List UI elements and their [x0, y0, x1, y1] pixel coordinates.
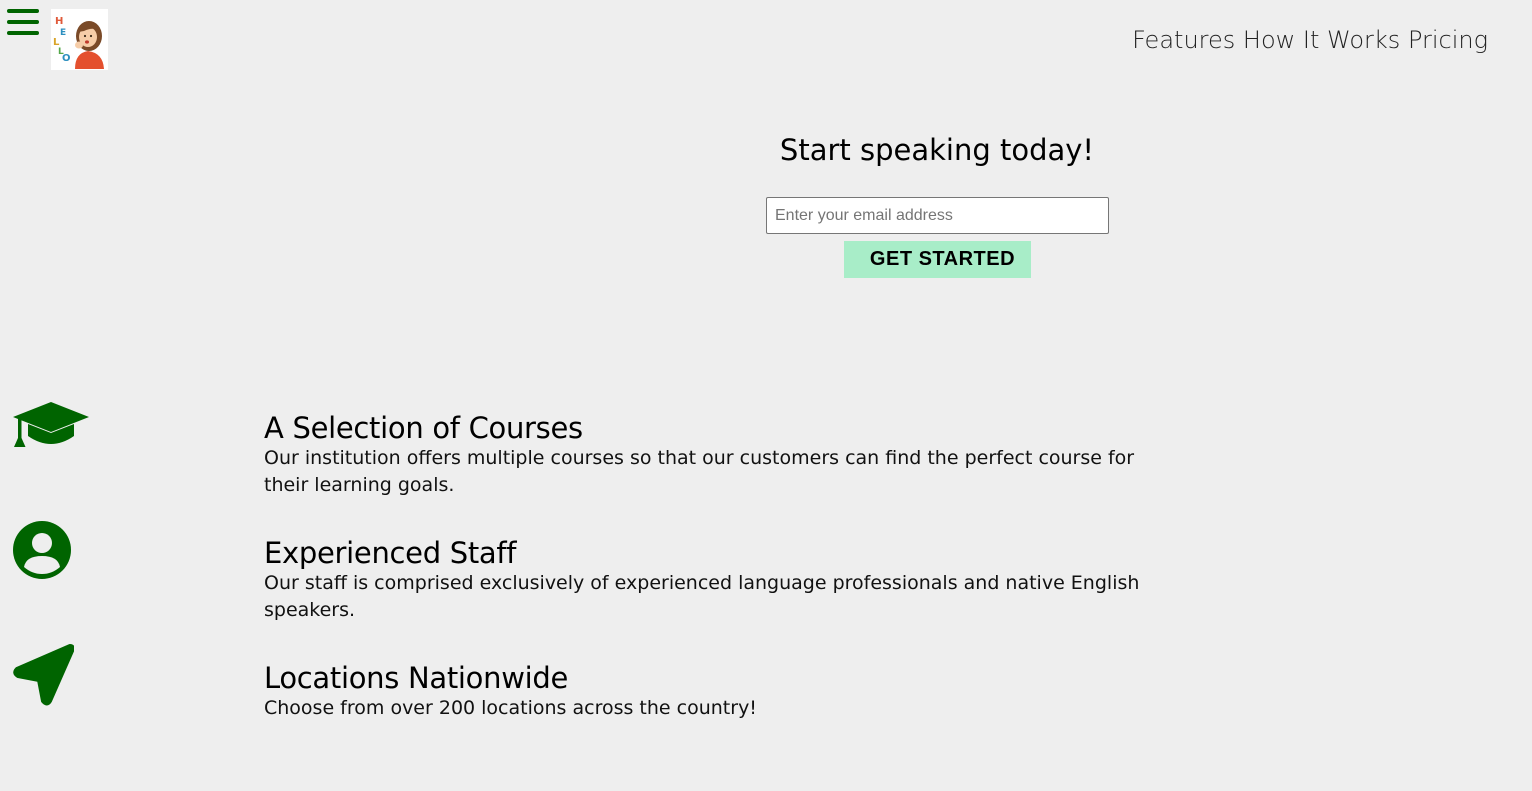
hello-girl-logo-icon[interactable]: H E L L O [51, 9, 108, 70]
get-started-button[interactable]: GET STARTED [844, 241, 1031, 278]
hero-title: Start speaking today! [779, 133, 1095, 167]
feature-locations: Locations Nationwide Choose from over 20… [264, 661, 1184, 722]
feature-description: Our staff is comprised exclusively of ex… [264, 572, 1140, 621]
nav-link-how-it-works[interactable]: How It Works [1243, 26, 1400, 54]
feature-description: Our institution offers multiple courses … [264, 447, 1135, 496]
feature-title: Experienced Staff [264, 536, 517, 570]
hamburger-menu-icon[interactable] [7, 9, 39, 35]
feature-courses: A Selection of Courses Our institution o… [264, 411, 1184, 499]
graduation-cap-icon [12, 400, 90, 454]
feature-description: Choose from over 200 locations across th… [264, 697, 757, 719]
svg-text:H: H [55, 16, 63, 27]
feature-title: Locations Nationwide [264, 661, 569, 695]
svg-text:O: O [62, 53, 71, 64]
user-circle-icon [12, 520, 72, 584]
feature-title: A Selection of Courses [264, 411, 583, 445]
location-arrow-icon [12, 644, 75, 710]
nav-link-pricing[interactable]: Pricing [1408, 26, 1488, 54]
svg-text:E: E [60, 28, 66, 38]
top-nav: Features How It Works Pricing [1132, 26, 1488, 54]
feature-staff: Experienced Staff Our staff is comprised… [264, 536, 1184, 624]
email-input[interactable] [766, 197, 1109, 234]
nav-link-features[interactable]: Features [1132, 26, 1235, 54]
